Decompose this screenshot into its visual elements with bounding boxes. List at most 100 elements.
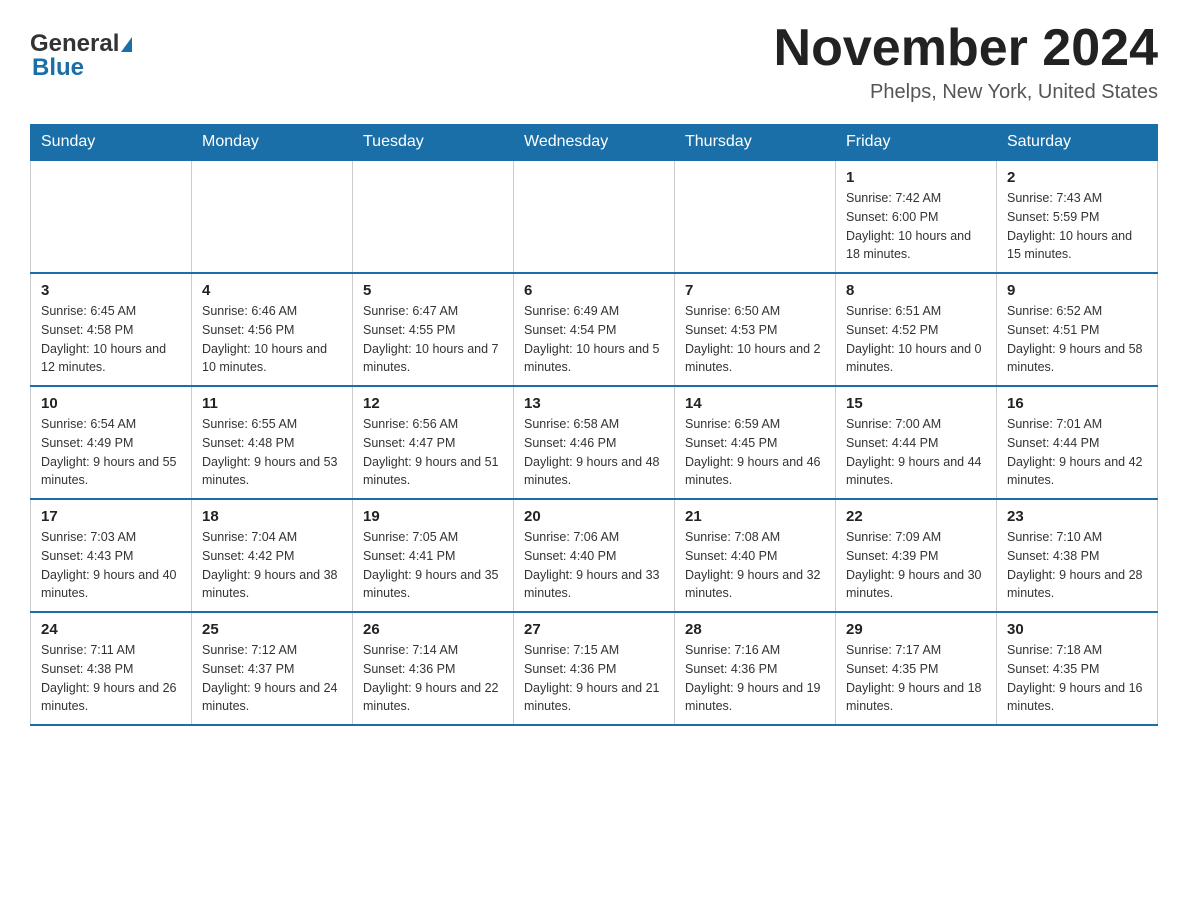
sunset-text: Sunset: 4:40 PM [685, 547, 825, 566]
daylight-text: Daylight: 9 hours and 55 minutes. [41, 453, 181, 491]
sunrise-text: Sunrise: 6:49 AM [524, 302, 664, 321]
day-number: 24 [41, 621, 181, 638]
daylight-text: Daylight: 9 hours and 35 minutes. [363, 566, 503, 604]
calendar-cell-w1-d5 [675, 160, 836, 273]
day-detail: Sunrise: 7:42 AMSunset: 6:00 PMDaylight:… [846, 189, 986, 264]
day-number: 17 [41, 508, 181, 525]
calendar-week-4: 17 Sunrise: 7:03 AMSunset: 4:43 PMDayligh… [31, 499, 1158, 612]
calendar-cell-w3-d6: 15Sunrise: 7:00 AMSunset: 4:44 PMDayligh… [836, 386, 997, 499]
sunset-text: Sunset: 5:59 PM [1007, 208, 1147, 227]
day-number: 1 [846, 169, 986, 186]
calendar-cell-w5-d1: 24 Sunrise: 7:11 AMSunset: 4:38 PMDayligh… [31, 612, 192, 725]
day-detail: Sunrise: 6:46 AMSunset: 4:56 PMDaylight:… [202, 302, 342, 377]
day-detail: Sunrise: 6:54 AMSunset: 4:49 PMDaylight:… [41, 415, 181, 490]
day-detail: Sunrise: 6:55 AMSunset: 4:48 PMDaylight:… [202, 415, 342, 490]
daylight-text: Daylight: 10 hours and 15 minutes. [1007, 227, 1147, 265]
sunrise-text: Sunrise: 6:47 AM [363, 302, 503, 321]
daylight-text: Daylight: 9 hours and 46 minutes. [685, 453, 825, 491]
calendar-cell-w3-d1: 10 Sunrise: 6:54 AMSunset: 4:49 PMDayligh… [31, 386, 192, 499]
daylight-text: Daylight: 9 hours and 51 minutes. [363, 453, 503, 491]
sunrise-text: Sunrise: 6:52 AM [1007, 302, 1147, 321]
weekday-header-sunday: Sunday [31, 125, 192, 161]
day-detail: Sunrise: 7:05 AMSunset: 4:41 PMDaylight:… [363, 528, 503, 603]
day-number: 3 [41, 282, 181, 299]
daylight-text: Daylight: 9 hours and 38 minutes. [202, 566, 342, 604]
daylight-text: Daylight: 9 hours and 42 minutes. [1007, 453, 1147, 491]
day-detail: Sunrise: 7:12 AMSunset: 4:37 PMDaylight:… [202, 641, 342, 716]
calendar-cell-w1-d3 [353, 160, 514, 273]
calendar-cell-w3-d7: 16 Sunrise: 7:01 AMSunset: 4:44 PMDayligh… [997, 386, 1158, 499]
daylight-text: Daylight: 9 hours and 33 minutes. [524, 566, 664, 604]
day-number: 5 [363, 282, 503, 299]
sunrise-text: Sunrise: 7:01 AM [1007, 415, 1147, 434]
day-number: 11 [202, 395, 342, 412]
sunrise-text: Sunrise: 7:15 AM [524, 641, 664, 660]
sunset-text: Sunset: 4:56 PM [202, 321, 342, 340]
daylight-text: Daylight: 10 hours and 10 minutes. [202, 340, 342, 378]
day-detail: Sunrise: 7:18 AMSunset: 4:35 PMDaylight:… [1007, 641, 1147, 716]
day-number: 22 [846, 508, 986, 525]
daylight-text: Daylight: 9 hours and 53 minutes. [202, 453, 342, 491]
sunset-text: Sunset: 4:44 PM [1007, 434, 1147, 453]
calendar-cell-w3-d3: 12Sunrise: 6:56 AMSunset: 4:47 PMDayligh… [353, 386, 514, 499]
day-number: 10 [41, 395, 181, 412]
day-number: 27 [524, 621, 664, 638]
sunset-text: Sunset: 4:36 PM [524, 660, 664, 679]
day-detail: Sunrise: 6:56 AMSunset: 4:47 PMDaylight:… [363, 415, 503, 490]
sunset-text: Sunset: 4:37 PM [202, 660, 342, 679]
sunset-text: Sunset: 4:35 PM [846, 660, 986, 679]
calendar-cell-w2-d4: 6Sunrise: 6:49 AMSunset: 4:54 PMDaylight… [514, 273, 675, 386]
calendar-cell-w3-d4: 13Sunrise: 6:58 AMSunset: 4:46 PMDayligh… [514, 386, 675, 499]
calendar-week-2: 3Sunrise: 6:45 AMSunset: 4:58 PMDaylight… [31, 273, 1158, 386]
daylight-text: Daylight: 9 hours and 28 minutes. [1007, 566, 1147, 604]
daylight-text: Daylight: 9 hours and 16 minutes. [1007, 679, 1147, 717]
sunrise-text: Sunrise: 7:16 AM [685, 641, 825, 660]
sunrise-text: Sunrise: 7:05 AM [363, 528, 503, 547]
sunset-text: Sunset: 4:54 PM [524, 321, 664, 340]
day-number: 15 [846, 395, 986, 412]
sunrise-text: Sunrise: 7:00 AM [846, 415, 986, 434]
daylight-text: Daylight: 9 hours and 32 minutes. [685, 566, 825, 604]
calendar-cell-w4-d2: 18Sunrise: 7:04 AMSunset: 4:42 PMDayligh… [192, 499, 353, 612]
calendar-cell-w5-d5: 28Sunrise: 7:16 AMSunset: 4:36 PMDayligh… [675, 612, 836, 725]
sunset-text: Sunset: 4:38 PM [41, 660, 181, 679]
daylight-text: Daylight: 9 hours and 30 minutes. [846, 566, 986, 604]
sunset-text: Sunset: 4:48 PM [202, 434, 342, 453]
sunrise-text: Sunrise: 7:06 AM [524, 528, 664, 547]
daylight-text: Daylight: 9 hours and 58 minutes. [1007, 340, 1147, 378]
daylight-text: Daylight: 10 hours and 18 minutes. [846, 227, 986, 265]
day-detail: Sunrise: 7:08 AMSunset: 4:40 PMDaylight:… [685, 528, 825, 603]
weekday-header-friday: Friday [836, 125, 997, 161]
day-number: 9 [1007, 282, 1147, 299]
page-header: General Blue November 2024 Phelps, New Y… [30, 20, 1158, 104]
calendar-cell-w2-d7: 9Sunrise: 6:52 AMSunset: 4:51 PMDaylight… [997, 273, 1158, 386]
sunrise-text: Sunrise: 7:11 AM [41, 641, 181, 660]
sunset-text: Sunset: 4:42 PM [202, 547, 342, 566]
sunset-text: Sunset: 4:36 PM [363, 660, 503, 679]
sunset-text: Sunset: 4:46 PM [524, 434, 664, 453]
day-number: 28 [685, 621, 825, 638]
calendar-cell-w1-d4 [514, 160, 675, 273]
sunset-text: Sunset: 4:44 PM [846, 434, 986, 453]
day-number: 25 [202, 621, 342, 638]
day-detail: Sunrise: 7:03 AMSunset: 4:43 PMDaylight:… [41, 528, 181, 603]
calendar-week-5: 24Sunrise: 7:11 AMSunset: 4:38 PMDayligh… [31, 612, 1158, 725]
calendar-cell-w2-d6: 8Sunrise: 6:51 AMSunset: 4:52 PMDaylight… [836, 273, 997, 386]
calendar-week-3: 10 Sunrise: 6:54 AMSunset: 4:49 PMDayligh… [31, 386, 1158, 499]
weekday-header-tuesday: Tuesday [353, 125, 514, 161]
sunrise-text: Sunrise: 6:54 AM [41, 415, 181, 434]
weekday-header-saturday: Saturday [997, 125, 1158, 161]
sunset-text: Sunset: 4:45 PM [685, 434, 825, 453]
daylight-text: Daylight: 9 hours and 26 minutes. [41, 679, 181, 717]
sunrise-text: Sunrise: 7:18 AM [1007, 641, 1147, 660]
day-number: 6 [524, 282, 664, 299]
daylight-text: Daylight: 9 hours and 48 minutes. [524, 453, 664, 491]
sunrise-text: Sunrise: 6:51 AM [846, 302, 986, 321]
weekday-header-monday: Monday [192, 125, 353, 161]
sunrise-text: Sunrise: 7:08 AM [685, 528, 825, 547]
calendar-subtitle: Phelps, New York, United States [774, 81, 1158, 104]
day-detail: Sunrise: 6:47 AMSunset: 4:55 PMDaylight:… [363, 302, 503, 377]
day-number: 16 [1007, 395, 1147, 412]
calendar-cell-w1-d1 [31, 160, 192, 273]
sunrise-text: Sunrise: 7:14 AM [363, 641, 503, 660]
